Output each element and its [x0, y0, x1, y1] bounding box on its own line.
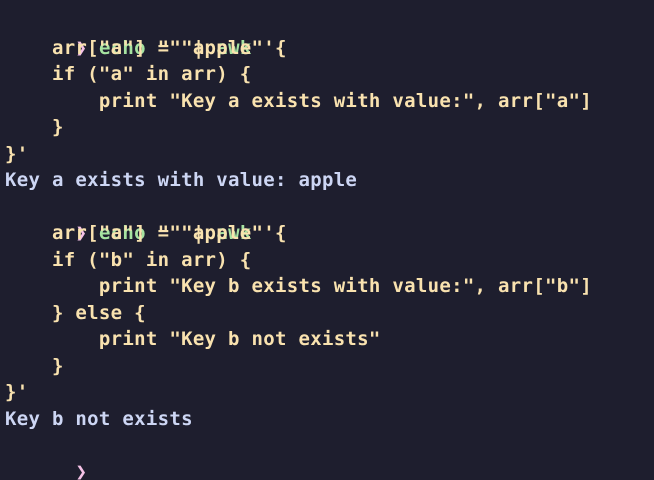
code-line: print "Key b not exists" [5, 328, 381, 350]
output-line: Key a exists with value: apple [5, 169, 358, 191]
code-line: print "Key a exists with value:", arr["a… [5, 89, 592, 112]
code-line: arr["a"] = "apple" [5, 222, 264, 244]
code-line: } else { [5, 301, 146, 324]
command-line-1: ❯ echo "" | awk '{ [5, 8, 654, 59]
code-line: print "Key b exists with value:", arr["b… [5, 275, 592, 297]
code-line: if ("b" in arr) { [5, 248, 252, 271]
prompt-symbol: ❯ [75, 460, 88, 480]
code-line: } [5, 354, 64, 377]
terminal-output: ❯ echo "" | awk '{ arr["a"] = "apple" if… [5, 8, 654, 480]
code-line: }' [5, 381, 29, 403]
active-prompt-line[interactable]: ❯ [5, 432, 654, 480]
code-line: arr["a"] = "apple" [5, 36, 264, 59]
command-line-2: ❯ echo "" | awk '{ [5, 194, 654, 244]
terminal-window[interactable]: ❯ echo "" | awk '{ arr["a"] = "apple" if… [0, 0, 654, 480]
code-line: }' [5, 142, 29, 165]
code-line: } [5, 116, 64, 138]
output-line: Key b not exists [5, 407, 193, 430]
code-line: if ("a" in arr) { [5, 63, 252, 85]
